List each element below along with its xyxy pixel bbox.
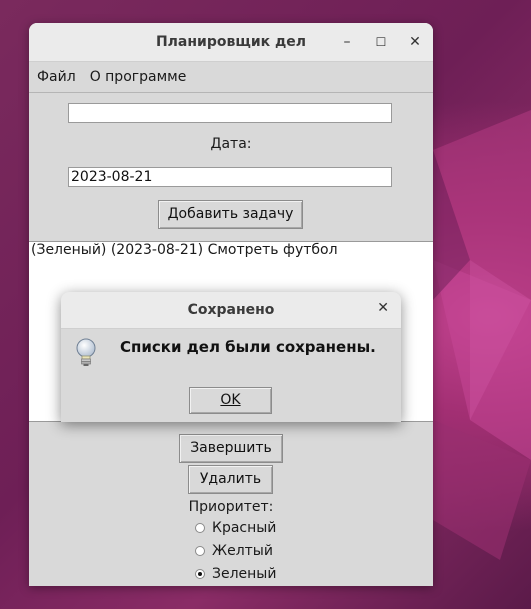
delete-button[interactable]: Удалить [188,465,273,494]
priority-option-yellow[interactable]: Желтый [195,543,273,559]
menu-about[interactable]: О программе [90,69,187,85]
priority-option-label: Красный [212,520,277,536]
minimize-icon[interactable]: – [337,32,357,52]
add-task-button[interactable]: Добавить задачу [158,200,303,229]
dialog-title: Сохранено [187,302,275,318]
dialog-message: Списки дел были сохранены. [120,338,376,356]
saved-dialog: Сохранено ✕ Списки дел были сохранены. O… [61,292,401,422]
task-input[interactable] [68,103,392,123]
priority-option-label: Желтый [212,543,273,559]
priority-option-green[interactable]: Зеленый [195,566,276,582]
date-input[interactable]: 2023-08-21 [68,167,392,187]
list-item[interactable]: (Зеленый) (2023-08-21) Смотреть футбол [31,242,338,258]
ok-button-label: OK [220,392,241,408]
menu-bar: Файл О программе [29,62,433,93]
dialog-titlebar[interactable]: Сохранено ✕ [61,292,401,329]
complete-button[interactable]: Завершить [179,434,283,463]
ok-button[interactable]: OK [189,387,272,414]
window-titlebar[interactable]: Планировщик дел – ☐ ✕ [29,23,433,62]
radio-button[interactable] [195,546,205,556]
menu-file[interactable]: Файл [37,69,76,85]
date-label: Дата: [210,136,252,152]
priority-option-red[interactable]: Красный [195,520,276,536]
maximize-icon[interactable]: ☐ [371,32,391,52]
radio-button-selected[interactable] [195,569,205,579]
lightbulb-icon [76,338,96,366]
priority-label: Приоритет: [188,499,274,515]
priority-option-label: Зеленый [212,566,277,582]
radio-button[interactable] [195,523,205,533]
close-icon[interactable]: ✕ [377,300,389,316]
close-icon[interactable]: ✕ [405,32,425,52]
